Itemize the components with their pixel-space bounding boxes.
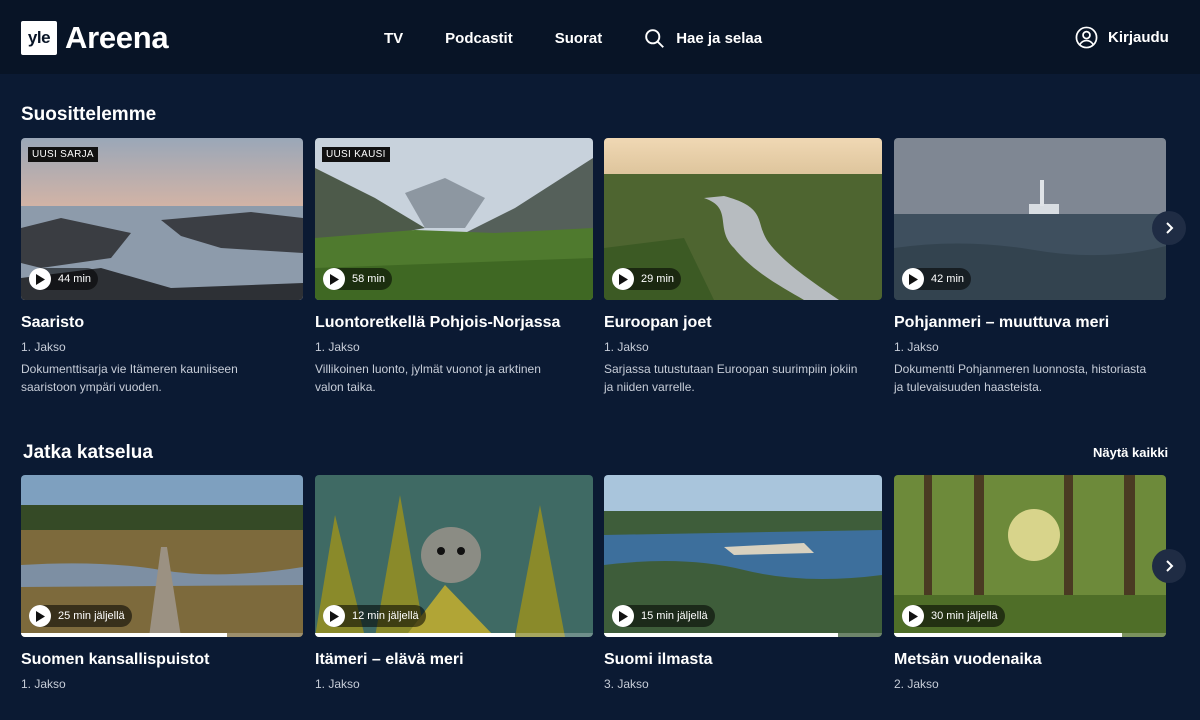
next-arrow-button[interactable]	[1152, 549, 1186, 583]
see-all-link[interactable]: Näytä kaikki	[1093, 445, 1168, 460]
play-icon[interactable]	[323, 268, 345, 290]
card-title[interactable]: Luontoretkellä Pohjois-Norjassa	[315, 314, 593, 332]
watch-progress-bar	[604, 633, 882, 637]
card-episode: 1. Jakso	[21, 340, 66, 354]
play-duration-pill[interactable]: 30 min jäljellä	[902, 605, 1005, 627]
watch-progress-fill	[894, 633, 1123, 637]
play-duration-pill[interactable]: 29 min	[612, 268, 682, 290]
time-remaining-label: 30 min jäljellä	[931, 610, 998, 622]
card-episode: 2. Jakso	[894, 677, 939, 691]
watch-progress-bar	[315, 633, 593, 637]
card-description-line: ja niiden varrelle.	[604, 380, 695, 394]
yle-logo-mark: yle	[21, 21, 57, 55]
card-pohjanmeri[interactable]: 42 min Pohjanmeri – muuttuva meri 1. Jak…	[894, 138, 1166, 396]
card-episode: 1. Jakso	[315, 340, 360, 354]
watch-progress-bar	[21, 633, 303, 637]
card-thumbnail[interactable]: 15 min jäljellä	[604, 475, 882, 637]
section-title-continue: Jatka katselua	[23, 442, 153, 463]
main-nav: TV Podcastit Suorat Hae ja selaa	[384, 28, 762, 49]
card-episode: 1. Jakso	[21, 677, 66, 691]
play-icon[interactable]	[612, 605, 634, 627]
card-title[interactable]: Suomi ilmasta	[604, 651, 882, 669]
login-button[interactable]: Kirjaudu	[1075, 26, 1169, 49]
card-thumbnail[interactable]: 29 min	[604, 138, 882, 300]
card-thumbnail[interactable]: 25 min jäljellä	[21, 475, 303, 637]
chevron-right-icon	[1166, 560, 1174, 572]
play-duration-pill[interactable]: 44 min	[29, 268, 99, 290]
card-description: Villikoinen luonto, jylmät vuonot ja ark…	[315, 360, 593, 396]
user-icon	[1075, 26, 1098, 49]
chevron-right-icon	[1166, 222, 1174, 234]
card-description-line: saaristoon ympäri vuoden.	[21, 380, 162, 394]
watch-progress-fill	[604, 633, 838, 637]
new-season-badge: UUSI KAUSI	[322, 147, 390, 162]
card-euroopan-joet[interactable]: 29 min Euroopan joet 1. Jakso Sarjassa t…	[604, 138, 882, 396]
card-title[interactable]: Suomen kansallispuistot	[21, 651, 303, 669]
new-series-badge: UUSI SARJA	[28, 147, 98, 162]
card-thumbnail[interactable]: 30 min jäljellä	[894, 475, 1166, 637]
search-button[interactable]: Hae ja selaa	[644, 28, 762, 49]
duration-label: 42 min	[931, 273, 965, 285]
play-icon[interactable]	[29, 605, 51, 627]
card-description: Dokumenttisarja vie Itämeren kauniiseen s…	[21, 360, 303, 396]
play-icon[interactable]	[902, 268, 924, 290]
card-description: Dokumentti Pohjanmeren luonnosta, histor…	[894, 360, 1166, 396]
card-metsan-vuodenaika[interactable]: 30 min jäljellä Metsän vuodenaika 2. Jak…	[894, 475, 1166, 691]
time-remaining-label: 25 min jäljellä	[58, 610, 125, 622]
search-icon	[645, 29, 665, 48]
card-episode: 1. Jakso	[894, 340, 939, 354]
card-thumbnail[interactable]: UUSI SARJA 44 min	[21, 138, 303, 300]
search-label: Hae ja selaa	[676, 30, 763, 47]
watch-progress-fill	[21, 633, 227, 637]
watch-progress-fill	[315, 633, 516, 637]
play-icon[interactable]	[323, 605, 345, 627]
play-icon[interactable]	[29, 268, 51, 290]
nav-suorat[interactable]: Suorat	[555, 30, 603, 47]
duration-label: 44 min	[58, 273, 92, 285]
card-description: Sarjassa tutustutaan Euroopan suurimpiin…	[604, 360, 882, 396]
play-duration-pill[interactable]: 15 min jäljellä	[612, 605, 715, 627]
card-episode: 3. Jakso	[604, 677, 649, 691]
play-icon[interactable]	[612, 268, 634, 290]
duration-label: 29 min	[641, 273, 675, 285]
play-duration-pill[interactable]: 25 min jäljellä	[29, 605, 132, 627]
card-itameri[interactable]: 12 min jäljellä Itämeri – elävä meri 1. …	[315, 475, 593, 691]
play-duration-pill[interactable]: 58 min	[323, 268, 393, 290]
card-description-line: valon taika.	[315, 380, 376, 394]
card-thumbnail[interactable]: 12 min jäljellä	[315, 475, 593, 637]
next-arrow-button[interactable]	[1152, 211, 1186, 245]
nav-podcastit[interactable]: Podcastit	[445, 30, 513, 47]
areena-logo-text: Areena	[65, 20, 169, 55]
time-remaining-label: 12 min jäljellä	[352, 610, 419, 622]
card-thumbnail[interactable]: 42 min	[894, 138, 1166, 300]
card-title[interactable]: Saaristo	[21, 314, 303, 332]
time-remaining-label: 15 min jäljellä	[641, 610, 708, 622]
card-description-line: Dokumentti Pohjanmeren luonnosta, histor…	[894, 362, 1147, 376]
play-duration-pill[interactable]: 12 min jäljellä	[323, 605, 426, 627]
duration-label: 58 min	[352, 273, 386, 285]
watch-progress-bar	[894, 633, 1166, 637]
card-episode: 1. Jakso	[604, 340, 649, 354]
card-title[interactable]: Pohjanmeri – muuttuva meri	[894, 314, 1166, 332]
card-episode: 1. Jakso	[315, 677, 360, 691]
card-description-line: Dokumenttisarja vie Itämeren kauniiseen	[21, 362, 238, 376]
card-saaristo[interactable]: UUSI SARJA 44 min Saaristo 1. Jakso Doku…	[21, 138, 303, 396]
yle-areena-logo[interactable]: yle Areena	[21, 20, 169, 56]
login-label: Kirjaudu	[1108, 29, 1169, 46]
card-title[interactable]: Metsän vuodenaika	[894, 651, 1166, 669]
card-description-line: Villikoinen luonto, jylmät vuonot ja ark…	[315, 362, 541, 376]
card-title[interactable]: Itämeri – elävä meri	[315, 651, 593, 669]
card-kansallispuistot[interactable]: 25 min jäljellä Suomen kansallispuistot …	[21, 475, 303, 691]
play-duration-pill[interactable]: 42 min	[902, 268, 972, 290]
card-suomi-ilmasta[interactable]: 15 min jäljellä Suomi ilmasta 3. Jakso	[604, 475, 882, 691]
card-luontoretkella[interactable]: UUSI KAUSI 58 min Luontoretkellä Pohjois…	[315, 138, 593, 396]
card-description-line: ja tulevaisuuden haasteista.	[894, 380, 1043, 394]
nav-tv[interactable]: TV	[384, 30, 403, 47]
play-icon[interactable]	[902, 605, 924, 627]
section-title-recommended: Suosittelemme	[21, 104, 157, 125]
card-description-line: Sarjassa tutustutaan Euroopan suurimpiin…	[604, 362, 858, 376]
top-header: yle Areena TV Podcastit Suorat Hae ja se…	[0, 0, 1200, 74]
card-title[interactable]: Euroopan joet	[604, 314, 882, 332]
card-thumbnail[interactable]: UUSI KAUSI 58 min	[315, 138, 593, 300]
